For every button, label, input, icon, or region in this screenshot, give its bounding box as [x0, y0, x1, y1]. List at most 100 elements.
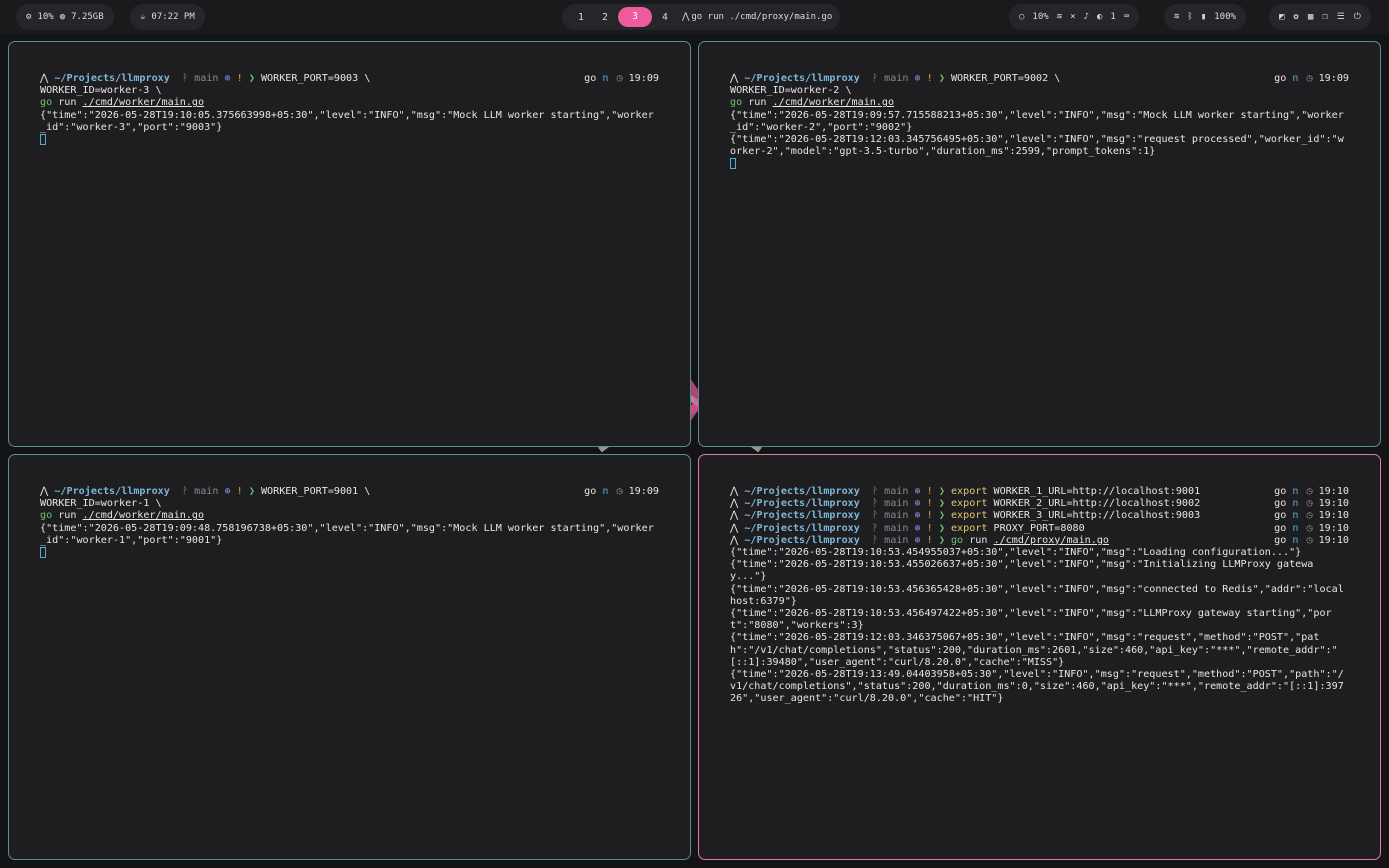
log-output: {"time":"2026-05-28T19:10:53.454955037+0…: [730, 546, 1302, 558]
workspace-1[interactable]: 1: [570, 12, 592, 23]
workspace-4[interactable]: 4: [654, 12, 676, 23]
prompt-caret-icon: ❯: [938, 498, 951, 510]
git-branch: main: [884, 510, 909, 522]
clock-icon: ◷: [1306, 510, 1319, 522]
git-dirty-icon: !: [926, 510, 939, 522]
command-text: WORKER_PORT=9001 \: [260, 486, 371, 497]
clipboard-icon[interactable]: ❐: [1322, 12, 1327, 22]
command-arg: WORKER_3_URL=http://localhost:9003: [993, 510, 1201, 522]
coffee-icon: ☕: [140, 12, 146, 22]
command-arg: ./cmd/proxy/main.go: [993, 534, 1109, 546]
prompt-time: 19:10: [1318, 498, 1349, 510]
prompt-path: ~/Projects/llmproxy: [744, 510, 860, 522]
arch-prompt-icon: ⋀: [730, 510, 745, 522]
keyboard-icon[interactable]: ⌨: [1124, 12, 1129, 22]
prompt-right: go n ◷ 19:10: [1274, 535, 1349, 547]
git-branch-icon: ᚹ: [169, 73, 195, 84]
git-status-icon: ⊛: [908, 498, 927, 510]
git-status-icon: ⊛: [908, 486, 927, 497]
layout-icon[interactable]: ▦: [1308, 12, 1313, 22]
system-stats-pill[interactable]: ⚙ 10% ◍ 7.25GB: [16, 4, 114, 30]
git-branch-icon: ᚹ: [859, 498, 885, 510]
command-keyword: go: [40, 510, 53, 522]
terminal-pane-worker-3[interactable]: ⋀ ~/Projects/llmproxy ᚹ main ⊛ ! ❯ WORKE…: [8, 41, 691, 447]
menu-icon[interactable]: ☰: [1337, 12, 1345, 22]
cpu-usage: 10%: [37, 12, 54, 22]
terminal-cursor: [730, 158, 736, 170]
prompt-caret-icon: ❯: [938, 486, 951, 497]
bluetooth-icon: ᛒ: [1187, 12, 1193, 22]
arch-prompt-icon: ⋀: [730, 73, 745, 84]
command-continuation: WORKER_ID=worker-1 \: [40, 498, 162, 510]
vi-mode: n: [602, 486, 609, 497]
log-output: {"time":"2026-05-28T19:13:49.04403958+05…: [730, 668, 1344, 705]
screenshot-icon[interactable]: ◩: [1279, 12, 1284, 22]
terminal-pane-worker-2[interactable]: ⋀ ~/Projects/llmproxy ᚹ main ⊛ ! ❯ WORKE…: [698, 41, 1381, 447]
arch-prompt-icon: ⋀: [730, 522, 745, 534]
command-text: WORKER_PORT=9002 \: [950, 73, 1061, 84]
git-branch-icon: ᚹ: [859, 510, 885, 522]
clock-icon: ◷: [1306, 498, 1319, 510]
clock-pill[interactable]: ☕ 07:22 PM: [130, 4, 205, 30]
mic-icon[interactable]: ♪: [1084, 12, 1089, 22]
command-keyword: go: [950, 534, 964, 546]
clock-icon: ◷: [1306, 486, 1319, 497]
connectivity-pill[interactable]: ≋ ᛒ ▮ 100%: [1164, 4, 1246, 30]
git-branch: main: [884, 522, 909, 534]
palette-icon[interactable]: ✿: [1293, 12, 1298, 22]
workspace-2[interactable]: 2: [594, 12, 616, 23]
vi-mode: n: [602, 73, 609, 84]
prompt-line: ⋀ ~/Projects/llmproxy ᚹ main ⊛ ! ❯ expor…: [730, 486, 1349, 498]
clock-icon: ◷: [1306, 534, 1319, 546]
terminal-cursor: [40, 546, 46, 558]
window-title: go run ./cmd/proxy/main.go: [691, 12, 833, 22]
terminal-pane-worker-1[interactable]: ⋀ ~/Projects/llmproxy ᚹ main ⊛ ! ❯ WORKE…: [8, 454, 691, 860]
memory-usage: 7.25GB: [71, 12, 104, 22]
git-branch-icon: ᚹ: [859, 486, 885, 497]
command-continuation: WORKER_ID=worker-3 \: [40, 85, 162, 97]
mute-icon[interactable]: ⨯: [1070, 12, 1075, 22]
git-branch-icon: ᚹ: [859, 73, 885, 84]
git-branch: main: [884, 498, 909, 510]
prompt-time: 19:10: [1318, 522, 1349, 534]
clock-icon: ◷: [1306, 522, 1319, 534]
log-output: {"time":"2026-05-28T19:09:57.715588213+0…: [730, 109, 1344, 133]
prompt-right: go n ◷ 19:09: [1274, 73, 1349, 85]
tray-pill: ◩ ✿ ▦ ❐ ☰ ⏻: [1269, 4, 1371, 30]
log-output: {"time":"2026-05-28T19:10:53.456365428+0…: [730, 583, 1344, 607]
prompt-path: ~/Projects/llmproxy: [744, 522, 860, 534]
git-dirty-icon: !: [926, 498, 939, 510]
prompt-line: ⋀ ~/Projects/llmproxy ᚹ main ⊛ ! ❯ expor…: [730, 510, 1349, 522]
workspaces-pill: 1 2 3 4 ⋀ go run ./cmd/proxy/main.go: [562, 4, 841, 30]
git-dirty-icon: !: [926, 522, 939, 534]
prompt-time: 19:10: [1318, 534, 1349, 546]
log-output: {"time":"2026-05-28T19:10:53.455026637+0…: [730, 559, 1314, 583]
power-icon[interactable]: ⏻: [1354, 12, 1361, 22]
lang-label: go: [584, 73, 597, 84]
command-sub: run: [58, 510, 77, 522]
night-mode-icon[interactable]: ◐: [1097, 12, 1102, 22]
command-continuation: go run ./cmd/worker/main.go: [730, 97, 1349, 109]
git-status-icon: ⊛: [908, 73, 927, 84]
memory-icon: ◍: [59, 12, 66, 22]
vi-mode: n: [1292, 73, 1299, 84]
git-dirty-icon: !: [926, 73, 939, 84]
terminal-pane-proxy[interactable]: ⋀ ~/Projects/llmproxy ᚹ main ⊛ ! ❯ expor…: [698, 454, 1381, 860]
cursor-line: [40, 133, 659, 146]
prompt-time: 19:09: [628, 73, 659, 84]
git-status-icon: ⊛: [908, 534, 927, 546]
git-dirty-icon: !: [926, 534, 939, 546]
prompt-right: go n ◷ 19:09: [584, 73, 659, 85]
cursor-line: [730, 158, 1349, 170]
workspace-3[interactable]: 3: [618, 7, 652, 27]
command-keyword: go: [730, 97, 743, 109]
command-arg: WORKER_2_URL=http://localhost:9002: [993, 498, 1201, 510]
prompt-line: ⋀ ~/Projects/llmproxy ᚹ main ⊛ ! ❯ WORKE…: [730, 73, 1349, 85]
log-output: {"time":"2026-05-28T19:12:03.346375067+0…: [730, 632, 1338, 668]
log-output: {"time":"2026-05-28T19:12:03.345756495+0…: [730, 133, 1344, 158]
lang-label: go: [1274, 486, 1287, 497]
wifi-icon[interactable]: ≋: [1057, 12, 1062, 22]
command-continuation: go run ./cmd/worker/main.go: [40, 510, 659, 522]
quick-settings-pill[interactable]: ○ 10% ≋ ⨯ ♪ ◐ 1 ⌨: [1009, 4, 1140, 30]
lang-label: go: [1274, 534, 1287, 546]
